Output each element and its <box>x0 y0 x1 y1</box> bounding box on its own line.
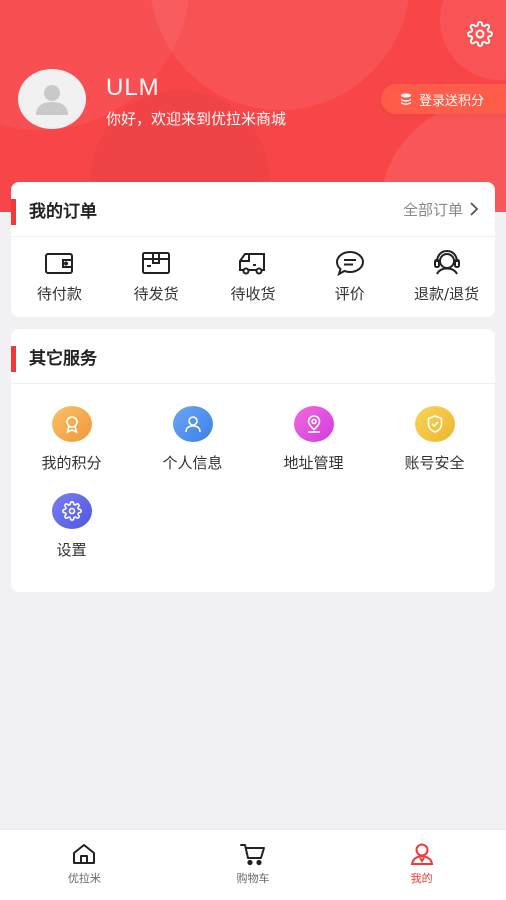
service-icon-bg <box>414 406 455 442</box>
service-personal-info[interactable]: 个人信息 <box>132 406 253 473</box>
truck-icon <box>238 253 265 275</box>
bottom-tab-bar: 优拉米 购物车 我的 <box>0 829 506 900</box>
tab-label: 我的 <box>410 872 433 885</box>
services-title: 其它服务 <box>29 348 97 369</box>
services-card-header: 其它服务 <box>11 329 495 384</box>
package-icon <box>142 252 171 274</box>
all-orders-link[interactable]: 全部订单 <box>403 199 479 220</box>
service-label: 设置 <box>56 541 87 559</box>
service-icon-bg <box>172 406 213 442</box>
order-item-label: 待收货 <box>230 285 276 303</box>
chevron-right-icon <box>470 202 479 216</box>
tab-cart[interactable]: 购物车 <box>169 830 338 900</box>
service-label: 我的积分 <box>41 454 102 472</box>
login-points-button[interactable]: 登录送积分 <box>381 84 506 114</box>
order-pending-shipment[interactable]: 待发货 <box>111 249 201 304</box>
orders-card: 我的订单 全部订单 待付款 待发货 待收货 评价 退款/退货 <box>11 182 495 317</box>
tab-home[interactable]: 优拉米 <box>0 830 169 900</box>
order-pending-payment[interactable]: 待付款 <box>14 249 104 304</box>
service-label: 账号安全 <box>404 454 465 472</box>
welcome-text: 你好，欢迎来到优拉米商城 <box>106 110 287 128</box>
user-icon <box>184 416 201 433</box>
all-orders-label: 全部订单 <box>402 200 463 219</box>
cart-icon <box>240 844 265 866</box>
profile-header: ULM 你好，欢迎来到优拉米商城 登录送积分 <box>0 0 506 212</box>
service-label: 地址管理 <box>283 454 344 472</box>
username: ULM <box>106 74 160 101</box>
service-icon-bg <box>51 493 92 529</box>
order-item-label: 待付款 <box>36 285 82 303</box>
comment-icon <box>335 250 364 277</box>
section-accent-bar <box>11 199 16 225</box>
home-icon <box>73 844 96 864</box>
tab-label: 购物车 <box>236 872 270 885</box>
order-item-label: 退款/退货 <box>414 285 480 303</box>
gear-icon <box>467 21 493 47</box>
order-review[interactable]: 评价 <box>305 249 395 304</box>
service-account-security[interactable]: 账号安全 <box>374 406 495 473</box>
service-settings[interactable]: 设置 <box>11 493 132 560</box>
order-pending-receipt[interactable]: 待收货 <box>208 249 298 304</box>
service-my-points[interactable]: 我的积分 <box>11 406 132 473</box>
service-icon-bg <box>51 406 92 442</box>
settings-button[interactable] <box>466 20 494 48</box>
shield-icon <box>427 415 442 433</box>
order-status-row: 待付款 待发货 待收货 评价 退款/退货 <box>11 237 495 304</box>
tab-label: 优拉米 <box>67 872 101 885</box>
profile-page: ULM 你好，欢迎来到优拉米商城 登录送积分 我的订单 全部订单 待付款 待发货… <box>0 0 506 900</box>
login-points-label: 登录送积分 <box>419 93 485 109</box>
service-label: 个人信息 <box>162 454 223 472</box>
tab-profile[interactable]: 我的 <box>337 830 506 900</box>
coins-icon <box>401 93 411 105</box>
order-item-label: 待发货 <box>133 285 179 303</box>
orders-title: 我的订单 <box>29 201 97 222</box>
service-address[interactable]: 地址管理 <box>253 406 374 473</box>
gear-icon <box>61 501 82 521</box>
services-grid: 我的积分 个人信息 地址管理 账号安全 设置 <box>11 384 495 560</box>
order-item-label: 评价 <box>334 285 365 303</box>
services-card: 其它服务 我的积分 个人信息 地址管理 账号安全 设置 <box>11 329 495 592</box>
wallet-icon <box>45 253 74 274</box>
location-icon <box>307 415 320 433</box>
support-icon <box>433 249 460 275</box>
order-refund[interactable]: 退款/退货 <box>402 249 492 304</box>
profile-icon <box>410 843 433 865</box>
section-accent-bar <box>11 346 16 372</box>
service-icon-bg <box>293 406 334 442</box>
medal-icon <box>65 416 78 434</box>
orders-card-header: 我的订单 全部订单 <box>11 182 495 237</box>
default-avatar-icon <box>36 85 68 115</box>
avatar[interactable] <box>18 69 86 129</box>
